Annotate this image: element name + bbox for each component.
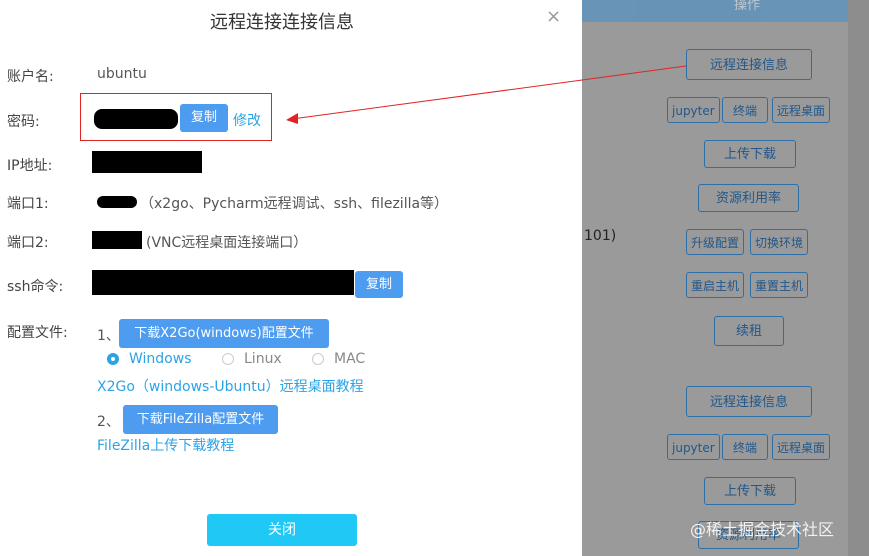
annotation-arrow — [286, 65, 687, 124]
watermark-text: @稀土掘金技术社区 — [690, 520, 835, 539]
